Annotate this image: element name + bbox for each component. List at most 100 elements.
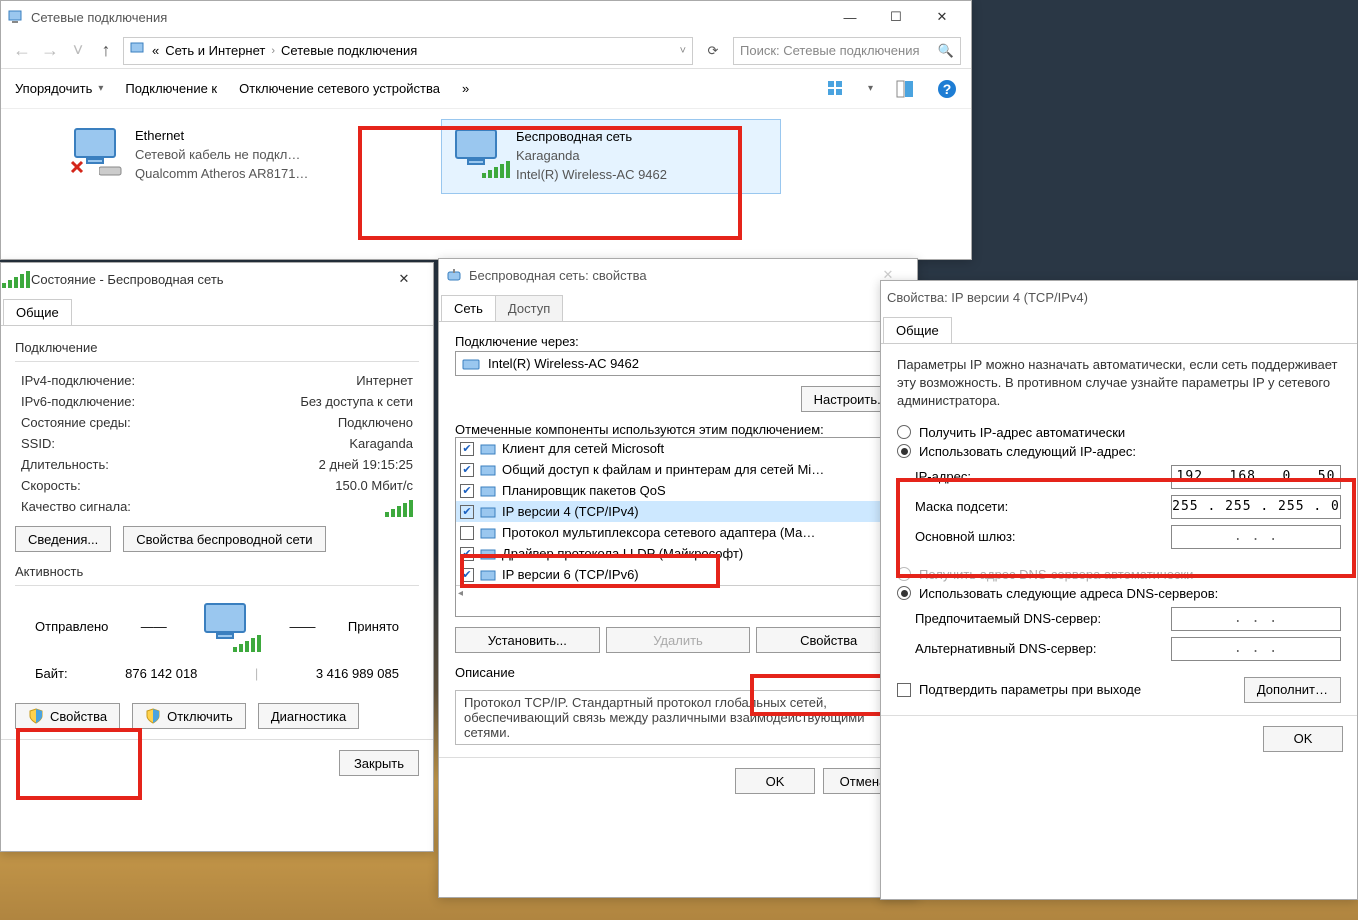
ok-button[interactable]: OK [1263,726,1343,752]
diagnose-button[interactable]: Диагностика [258,703,359,729]
component-icon [480,505,496,519]
properties-button-label: Свойства [50,709,107,724]
component-icon [480,526,496,540]
help-icon[interactable]: ? [937,79,957,99]
dialog-title: Свойства: IP версии 4 (TCP/IPv4) [887,290,1351,305]
refresh-button[interactable]: ⟳ [699,37,727,65]
component-item[interactable]: ✔ Клиент для сетей Microsoft [456,438,900,459]
adapter-name-box: Intel(R) Wireless-AC 9462 [455,351,901,376]
media-state-label: Состояние среды: [21,415,131,430]
component-item[interactable]: ✔ Планировщик пакетов QoS [456,480,900,501]
component-icon [480,463,496,477]
bytes-label: Байт: [35,666,68,681]
component-icon [480,442,496,456]
details-button[interactable]: Сведения... [15,526,111,552]
duration-value: 2 дней 19:15:25 [319,457,413,472]
install-button[interactable]: Установить... [455,627,600,653]
breadcrumb-prefix: « [152,43,159,58]
component-item[interactable]: Протокол мультиплексора сетевого адаптер… [456,522,900,543]
dialog-title: Состояние - Беспроводная сеть [31,272,381,287]
signal-icon [7,270,25,288]
disable-button[interactable]: Отключить [132,703,246,729]
tab-general[interactable]: Общие [3,299,72,325]
titlebar[interactable]: Сетевые подключения — ☐ ✕ [1,1,971,33]
component-label: Общий доступ к файлам и принтерам для се… [502,462,824,477]
ok-button[interactable]: OK [735,768,815,794]
validate-checkbox[interactable] [897,683,911,697]
radio-static-dns[interactable]: Использовать следующие адреса DNS-сервер… [897,586,1341,601]
adapter-icon [445,266,463,284]
highlight-wifi-adapter [358,126,742,240]
dns2-field[interactable]: . . . [1171,637,1341,661]
toolbar-overflow[interactable]: » [462,81,469,96]
signal-label: Качество сигнала: [21,499,131,517]
search-placeholder: Поиск: Сетевые подключения [740,43,920,58]
component-checkbox[interactable]: ✔ [460,442,474,456]
component-checkbox[interactable]: ✔ [460,463,474,477]
component-checkbox[interactable]: ✔ [460,484,474,498]
nav-forward-button[interactable]: → [39,40,61,61]
component-label: Клиент для сетей Microsoft [502,441,664,456]
component-label: IP версии 4 (TCP/IPv4) [502,504,639,519]
disable-device-button[interactable]: Отключение сетевого устройства [239,81,440,96]
breadcrumb-net-internet[interactable]: Сеть и Интернет [165,43,265,58]
view-dropdown-icon[interactable]: ▾ [868,83,873,94]
tab-network[interactable]: Сеть [441,295,496,321]
adapter-device: Qualcomm Atheros AR8171… [135,165,308,184]
address-dropdown-icon[interactable]: ˅ [680,45,686,57]
close-button[interactable]: ✕ [919,2,965,32]
minimize-button[interactable]: — [827,2,873,32]
nav-back-button[interactable]: ← [11,40,33,61]
view-options-icon[interactable] [826,79,846,99]
signal-bars-icon [385,499,413,517]
bytes-sent-value: 876 142 018 [125,666,197,681]
close-dialog-button[interactable]: Закрыть [339,750,419,776]
speed-label: Скорость: [21,478,81,493]
component-checkbox[interactable]: ✔ [460,505,474,519]
component-item[interactable]: ✔ IP версии 4 (TCP/IPv4) [456,501,900,522]
components-label: Отмеченные компоненты используются этим … [455,422,901,437]
connect-to-button[interactable]: Подключение к [125,81,217,96]
component-checkbox[interactable] [460,526,474,540]
adapter-ethernet[interactable]: Ethernet Сетевой кабель не подкл… Qualco… [61,119,401,194]
navigation-bar: ← → ˅ ↑ « Сеть и Интернет › Сетевые подк… [1,33,971,69]
radio-static-ip[interactable]: Использовать следующий IP-адрес: [897,444,1341,459]
nc-icon [130,41,146,60]
component-icon [480,484,496,498]
breadcrumb-network-connections[interactable]: Сетевые подключения [281,43,417,58]
tab-general[interactable]: Общие [883,317,952,343]
ipv4-conn-label: IPv4-подключение: [21,373,135,388]
validate-checkbox-label: Подтвердить параметры при выходе [919,682,1141,697]
properties-button[interactable]: Свойства [15,703,120,729]
maximize-button[interactable]: ☐ [873,2,919,32]
info-text: Параметры IP можно назначать автоматичес… [897,356,1341,411]
media-state-value: Подключено [338,415,413,430]
tab-sharing[interactable]: Доступ [495,295,563,321]
details-pane-icon[interactable] [895,79,915,99]
search-icon: 🔍 [938,43,954,59]
components-list[interactable]: ✔ Клиент для сетей Microsoft ✔ Общий доступ… [455,437,901,617]
component-item[interactable]: ✔ Общий доступ к файлам и принтерам для с… [456,459,900,480]
dns2-label: Альтернативный DNS-сервер: [915,641,1097,656]
ipv6-conn-value: Без доступа к сети [300,394,413,409]
organize-menu[interactable]: Упорядочить [15,81,103,96]
ssid-value: Karaganda [349,436,413,451]
highlight-properties-button [16,728,142,800]
component-label: Планировщик пакетов QoS [502,483,666,498]
radio-auto-ip[interactable]: Получить IP-адрес автоматически [897,425,1341,440]
advanced-button[interactable]: Дополнит… [1244,677,1341,703]
nav-up-button[interactable]: ↑ [95,40,117,61]
dns1-field[interactable]: . . . [1171,607,1341,631]
dns1-label: Предпочитаемый DNS-сервер: [915,611,1101,626]
search-input[interactable]: Поиск: Сетевые подключения 🔍 [733,37,961,65]
adapter-name: Ethernet [135,127,308,146]
close-button[interactable]: ✕ [381,264,427,294]
nav-recent-dropdown[interactable]: ˅ [67,40,89,61]
recv-label: Принято [348,619,399,634]
address-bar[interactable]: « Сеть и Интернет › Сетевые подключения … [123,37,693,65]
wireless-properties-button[interactable]: Свойства беспроводной сети [123,526,325,552]
ipv6-conn-label: IPv6-подключение: [21,394,135,409]
section-connection-label: Подключение [15,340,419,355]
highlight-ipv4-component [460,554,720,588]
remove-button[interactable]: Удалить [606,627,751,653]
